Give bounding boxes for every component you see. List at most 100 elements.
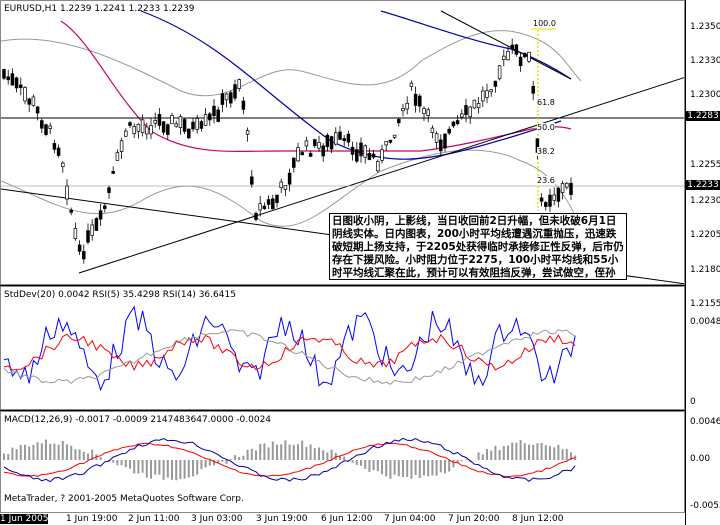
candle-body [69, 209, 73, 213]
macd-bar [57, 444, 60, 460]
candle-body [6, 76, 10, 81]
macd-bar [225, 460, 228, 464]
time-tick: 1 Jun 2005 [0, 514, 49, 524]
macd-bar [351, 460, 354, 463]
rsi-tick: 0.0048 [690, 317, 720, 327]
macd-bar [427, 460, 430, 477]
candle-body [367, 153, 372, 160]
candle-body [216, 109, 220, 122]
candle-body [203, 114, 208, 126]
candle-body [90, 224, 94, 236]
fib-level-61-8: 61.8 [537, 98, 555, 107]
candle-body [472, 99, 477, 109]
metatrader-chart-window: EURUSD,H1 1.2239 1.2241 1.2233 1.2239 10… [0, 0, 720, 525]
macd-bar [515, 442, 518, 460]
macd-bar [309, 444, 312, 460]
macd-bar [507, 445, 509, 460]
macd-pane[interactable]: MACD(12,26,9) -0.0017 -0.0009 2147483647… [0, 411, 685, 513]
candle-body [296, 147, 300, 162]
candle-body [359, 142, 363, 157]
macd-bar [410, 460, 413, 479]
candle-body [19, 84, 23, 88]
macd-tick: -0.0052 [690, 501, 720, 511]
macd-bar [498, 449, 501, 460]
macd-bar [124, 460, 127, 468]
macd-bar [339, 456, 341, 460]
macd-bar [465, 459, 467, 460]
candle-body [77, 244, 82, 252]
candle-body [552, 194, 556, 201]
candle-body [476, 103, 481, 109]
candle-body [14, 77, 19, 89]
macd-bar [355, 460, 358, 466]
candle-body [392, 134, 397, 138]
rsi-pane[interactable]: StdDev(20) 0.0042 RSI(5) 35.4298 RSI(14)… [0, 286, 685, 410]
candle-body [481, 90, 485, 102]
macd-bar [481, 454, 484, 460]
candle-body [149, 125, 153, 135]
macd-bar [255, 450, 257, 460]
time-tick: 7 Jun 20:00 [448, 514, 500, 524]
candle-body [539, 197, 544, 202]
candle-body [413, 93, 418, 106]
macd-bar [137, 460, 140, 474]
macd-bar [238, 456, 241, 460]
time-tick: 7 Jun 04:00 [384, 514, 436, 524]
candle-body [52, 143, 57, 150]
candle-body [107, 187, 111, 193]
macd-bar [414, 460, 417, 475]
candle-body [140, 119, 145, 134]
candle-body [439, 139, 443, 152]
candle-body [233, 84, 237, 99]
macd-bar [532, 444, 535, 460]
candle-body [283, 185, 288, 190]
candle-body [229, 92, 233, 104]
analysis-note-box[interactable]: 日图收小阴，上影线，当日收回前2日升幅，但未收破6月1日阴线实体。日内图表，20… [329, 213, 627, 280]
macd-bar [15, 449, 18, 460]
macd-bar [393, 460, 396, 475]
candle-body [380, 149, 384, 161]
macd-pane-title: MACD(12,26,9) -0.0017 -0.0009 2147483647… [4, 415, 272, 425]
macd-bar [217, 460, 220, 463]
macd-bar [565, 448, 568, 460]
candle-body [569, 182, 573, 195]
candle-body [44, 124, 48, 135]
candle-body [65, 185, 69, 200]
macd-bar [540, 442, 543, 460]
candle-body [292, 157, 296, 168]
candle-body [250, 176, 254, 185]
macd-bar [435, 460, 438, 476]
macd-bar [544, 445, 547, 460]
candle-body [98, 210, 103, 220]
candle-body [548, 194, 552, 207]
macd-bar [267, 447, 270, 460]
candle-body [119, 140, 124, 152]
candle-body [455, 120, 460, 125]
macd-bar [511, 442, 514, 460]
macd-bar [196, 460, 199, 475]
price-pane[interactable]: EURUSD,H1 1.2239 1.2241 1.2233 1.2239 10… [0, 0, 685, 285]
time-axis[interactable]: 1 Jun 2005 1 Jun 19:00 2 Jun 11:00 3 Jun… [0, 513, 685, 525]
candle-body [300, 152, 304, 156]
candle-body [40, 120, 44, 129]
candle-body [199, 121, 204, 129]
candle-body [178, 116, 183, 128]
fib-level-38-2: 38.2 [537, 147, 555, 156]
candle-body [145, 126, 149, 135]
macd-bar [229, 459, 232, 460]
macd-bar [40, 443, 43, 460]
candle-body [241, 100, 246, 110]
candle-body [464, 105, 468, 116]
candle-body [23, 87, 27, 102]
macd-bar [246, 449, 249, 460]
candle-body [157, 114, 162, 126]
candle-body [502, 55, 506, 60]
price-tick: 1.2350 [690, 22, 720, 32]
macd-bar [3, 453, 5, 460]
macd-bar [49, 443, 52, 460]
macd-tick: 0.0046 [690, 417, 720, 427]
candle-body [426, 109, 430, 116]
time-tick: 2 Jun 11:00 [128, 514, 180, 524]
price-scale[interactable]: 1.2350 1.2330 1.2300 1.2255 1.2230 1.220… [686, 0, 720, 525]
macd-bar [259, 443, 262, 460]
